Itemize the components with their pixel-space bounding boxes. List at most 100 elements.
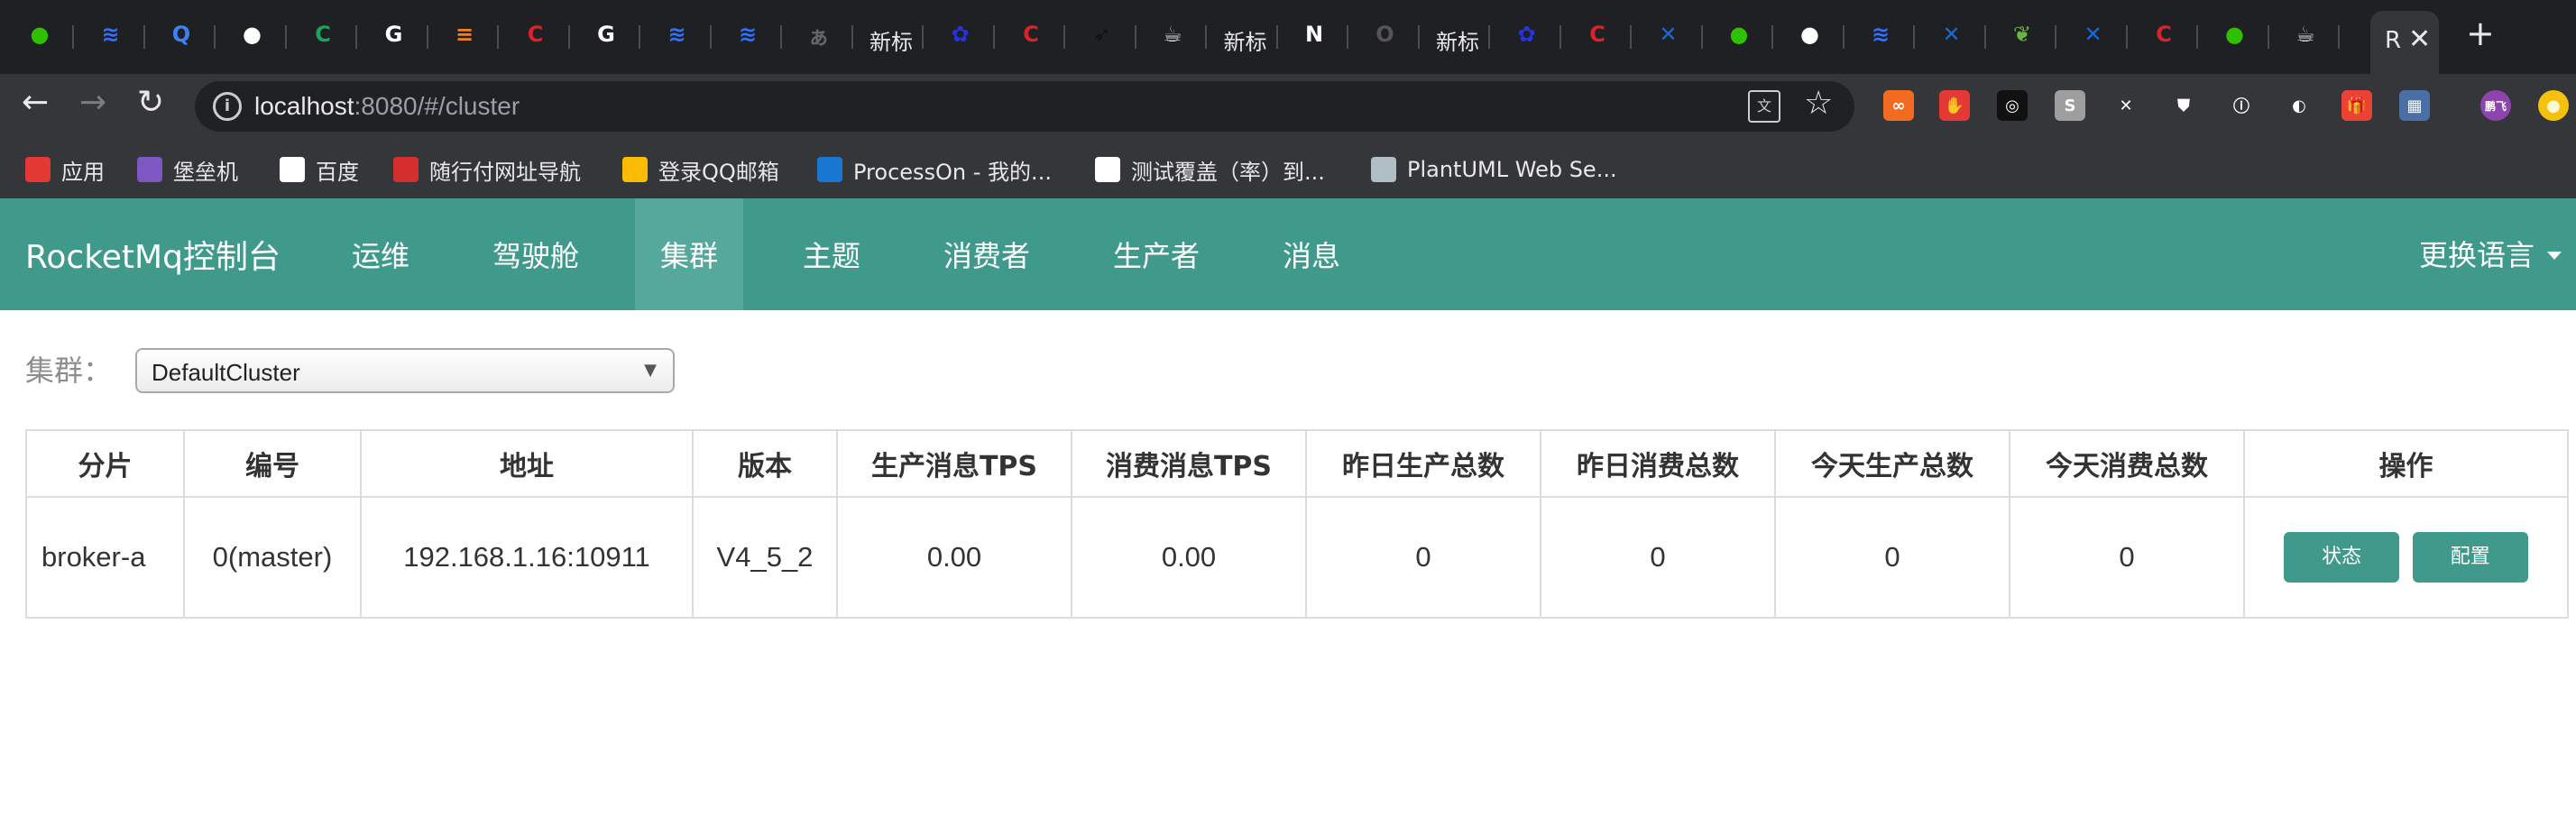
github-icon[interactable]: ●	[1796, 20, 1825, 49]
cluster-select[interactable]: DefaultCluster ▼	[135, 348, 675, 393]
google-icon[interactable]: G	[380, 20, 409, 49]
translate-icon[interactable]: ぁ	[805, 20, 833, 50]
close-tab-icon[interactable]: ✕	[2408, 23, 2431, 55]
header-address: 地址	[360, 429, 694, 498]
bookmark-item[interactable]: PlantUML Web Se...	[1371, 153, 1617, 186]
notion-icon[interactable]: N	[1300, 20, 1329, 49]
wechat-icon[interactable]: ●	[1725, 20, 1753, 49]
stackoverflow-icon[interactable]: ≡	[450, 20, 479, 49]
forward-arrow-icon[interactable]: →	[79, 87, 106, 119]
gift-extension-icon[interactable]: 🎁	[2341, 90, 2372, 121]
cell-yesterday-produce: 0	[1305, 496, 1541, 619]
bookmark-label: 随行付网址导航	[429, 159, 581, 185]
bookmark-item[interactable]: ProcessOn - 我的...	[817, 153, 1052, 186]
baidu-icon[interactable]: ✿	[1513, 20, 1541, 49]
suixingfu-icon	[393, 157, 419, 182]
nav-item[interactable]: 驾驶舱	[467, 198, 604, 310]
feather-icon[interactable]: ➶	[1088, 20, 1117, 49]
tab-title[interactable]: 新标	[1224, 25, 1267, 55]
active-tab[interactable]: R ✕	[2370, 11, 2439, 74]
tab-separator	[992, 25, 995, 49]
lark-icon[interactable]: ≋	[97, 20, 125, 49]
lark-icon[interactable]: ≋	[663, 20, 692, 49]
tab-separator	[2055, 25, 2056, 49]
language-label: 更换语言	[2418, 238, 2535, 272]
nav-item[interactable]: 运维	[327, 198, 435, 310]
status-button[interactable]: 状态	[2284, 532, 2400, 583]
infinity-extension-icon[interactable]: ∞	[1883, 90, 1914, 121]
glasses-extension-icon[interactable]: ◎	[1997, 90, 2028, 121]
browser-toolbar: ← → ↻ i localhost:8080/#/cluster 文 ☆ ∞ ✋ ◎…	[0, 74, 2576, 141]
baidu-icon[interactable]: ✿	[946, 20, 975, 49]
x-extension-icon[interactable]: ✕	[2111, 90, 2141, 121]
nav-item[interactable]: 主题	[777, 198, 886, 310]
hand-extension-icon[interactable]: ✋	[1939, 90, 1970, 121]
github-icon[interactable]: ●	[238, 20, 267, 49]
s-extension-icon[interactable]: S	[2055, 90, 2085, 121]
nav-item[interactable]: 消费者	[918, 198, 1055, 310]
reload-icon[interactable]: ↻	[137, 87, 164, 119]
tab-separator	[1913, 25, 1915, 49]
lark-icon[interactable]: ≋	[733, 20, 762, 49]
tab-title[interactable]: 新标	[1436, 25, 1479, 55]
site-info-icon[interactable]: i	[213, 92, 242, 121]
java-icon[interactable]: ☕	[1158, 20, 1187, 49]
tab-title[interactable]: 新标	[869, 25, 913, 55]
bookmark-item[interactable]: 测试覆盖（率）到...	[1095, 153, 1325, 186]
google-icon[interactable]: G	[592, 20, 621, 49]
csdn-icon[interactable]: C	[521, 20, 550, 49]
new-tab-icon[interactable]: +	[2466, 16, 2495, 50]
tab-separator	[284, 25, 287, 49]
account-icon[interactable]: ●	[2538, 90, 2569, 121]
csdn-icon[interactable]: C	[2149, 20, 2178, 49]
tab-separator	[2125, 25, 2128, 49]
circle-extension-icon[interactable]: ⓘ	[2226, 90, 2257, 121]
java-icon[interactable]: ☕	[2291, 20, 2320, 49]
translate-icon[interactable]: 文	[1748, 90, 1780, 123]
profile-avatar[interactable]: 鹏飞	[2480, 90, 2511, 121]
bookmark-item[interactable]: 登录QQ邮箱	[622, 153, 779, 186]
language-dropdown[interactable]: 更换语言	[2419, 233, 2562, 274]
tab-separator	[1771, 25, 1773, 49]
url-text[interactable]: localhost:8080/#/cluster	[254, 92, 520, 121]
header-id: 编号	[183, 429, 362, 498]
nav-item[interactable]: 生产者	[1088, 198, 1225, 310]
csdn-icon[interactable]: C	[1583, 20, 1612, 49]
wechat-icon[interactable]: ●	[25, 20, 54, 49]
confluence-icon[interactable]: ✕	[2079, 20, 2108, 49]
wechat-icon[interactable]: ●	[2221, 20, 2249, 49]
ninja-extension-icon[interactable]: ◐	[2284, 90, 2314, 121]
bastion-icon	[137, 157, 162, 182]
plantuml-icon	[1371, 157, 1396, 182]
bookmark-star-icon[interactable]: ☆	[1804, 85, 1833, 122]
spring-icon[interactable]: ❦	[2008, 20, 2037, 49]
bookmark-label: PlantUML Web Se...	[1407, 157, 1617, 182]
bookmark-item[interactable]: 百度	[280, 153, 359, 186]
shield-extension-icon[interactable]: ⛊	[2168, 90, 2199, 121]
bookmark-item[interactable]: 堡垒机	[137, 153, 238, 186]
tab-separator	[72, 25, 74, 49]
image-extension-icon[interactable]: ▦	[2399, 90, 2430, 121]
bookmark-item[interactable]: 应用	[25, 153, 105, 186]
tab-separator	[1700, 25, 1703, 49]
confluence-icon[interactable]: ✕	[1654, 20, 1683, 49]
bookmark-item[interactable]: 随行付网址导航	[393, 153, 581, 186]
nav-item[interactable]: 集群	[635, 198, 744, 310]
c-green-icon[interactable]: C	[308, 20, 337, 49]
csdn-icon[interactable]: C	[1017, 20, 1045, 49]
address-bar[interactable]: i localhost:8080/#/cluster 文 ☆	[195, 81, 1854, 132]
tab-separator	[2338, 25, 2340, 49]
bookmark-label: 测试覆盖（率）到...	[1131, 159, 1325, 185]
config-button[interactable]: 配置	[2412, 532, 2528, 583]
tab-separator	[922, 25, 924, 49]
cell-today-produce: 0	[1774, 496, 2010, 619]
cell-id: 0(master)	[183, 496, 362, 619]
lark-icon[interactable]: ≋	[1866, 20, 1895, 49]
app-brand[interactable]: RocketMq控制台	[25, 231, 281, 278]
header-produce-tps: 生产消息TPS	[836, 429, 1072, 498]
nav-item[interactable]: 消息	[1257, 198, 1366, 310]
q-icon[interactable]: Q	[167, 20, 196, 49]
back-arrow-icon[interactable]: ←	[22, 87, 49, 119]
o-icon[interactable]: O	[1371, 20, 1400, 49]
confluence-icon[interactable]: ✕	[1937, 20, 1966, 49]
